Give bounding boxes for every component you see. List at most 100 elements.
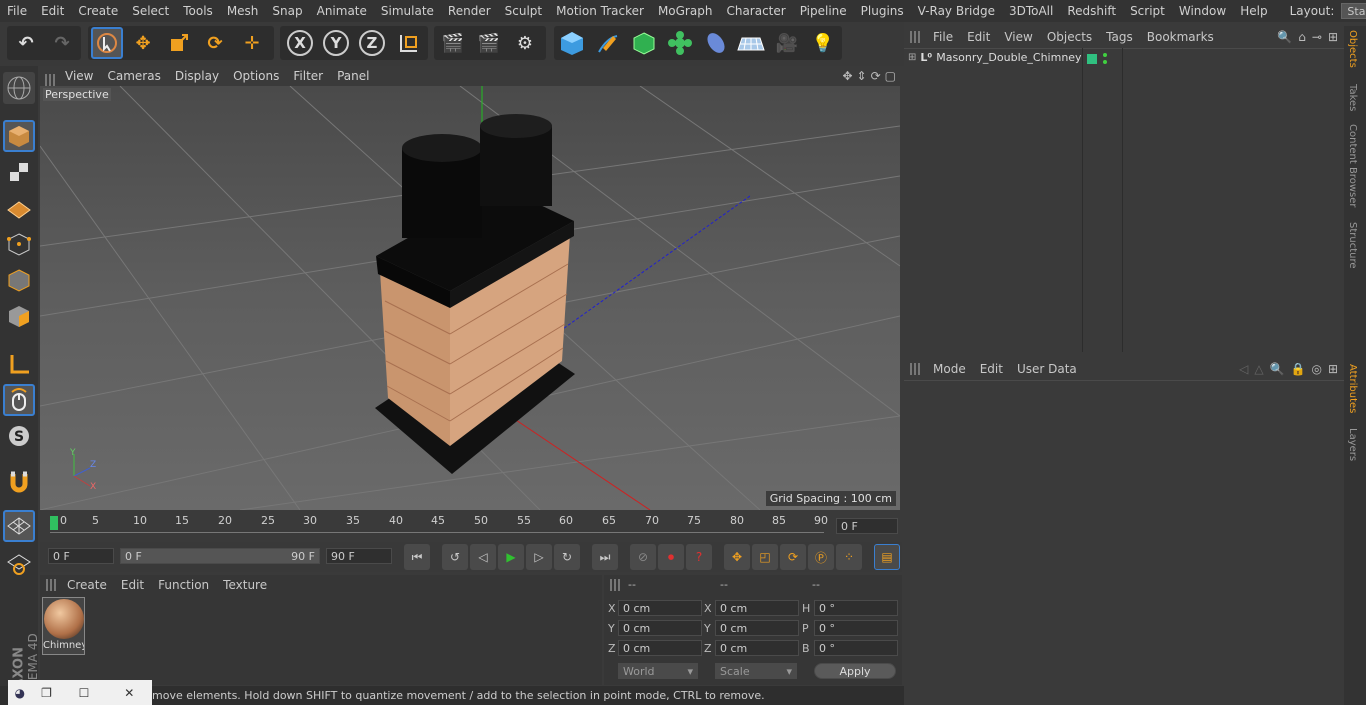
viewport-menu-panel[interactable]: Panel xyxy=(330,69,376,83)
key-scale-button[interactable]: ◰ xyxy=(752,544,778,570)
rotate-tool-button[interactable]: ⟳ xyxy=(199,27,231,59)
rotate-view-icon[interactable]: ⟳ xyxy=(871,69,881,83)
menu-script[interactable]: Script xyxy=(1123,4,1172,18)
menu-animate[interactable]: Animate xyxy=(310,4,374,18)
drag-handle-icon[interactable] xyxy=(46,579,56,591)
menu-plugins[interactable]: Plugins xyxy=(854,4,911,18)
tab-objects[interactable]: Objects xyxy=(1347,30,1358,68)
workplane-rotate-button[interactable] xyxy=(3,548,35,580)
y-axis-lock-button[interactable]: Y xyxy=(320,27,352,59)
menu-tools[interactable]: Tools xyxy=(176,4,220,18)
menu-edit[interactable]: Edit xyxy=(34,4,71,18)
menu-window[interactable]: Window xyxy=(1172,4,1233,18)
menu-redshift[interactable]: Redshift xyxy=(1060,4,1123,18)
lock-icon[interactable]: 🔒 xyxy=(1291,362,1306,376)
viewport-menu-display[interactable]: Display xyxy=(168,69,226,83)
undo-icon[interactable]: ↶ xyxy=(10,27,42,59)
viewport-menu-cameras[interactable]: Cameras xyxy=(100,69,167,83)
editor-visibility-dot[interactable] xyxy=(1103,53,1107,57)
timeline-ruler[interactable]: 0 5 10 15 20 25 30 35 40 45 50 55 60 65 … xyxy=(40,512,902,542)
render-picture-viewer-button[interactable]: 🎬 xyxy=(473,27,505,59)
menu-sculpt[interactable]: Sculpt xyxy=(498,4,549,18)
object-menu-edit[interactable]: Edit xyxy=(960,30,997,44)
material-menu-edit[interactable]: Edit xyxy=(114,578,151,592)
size-y-field[interactable]: 0 cm xyxy=(715,620,799,636)
menu-render[interactable]: Render xyxy=(441,4,498,18)
viewport-menu-options[interactable]: Options xyxy=(226,69,286,83)
back-icon[interactable]: ⊸ xyxy=(1312,30,1322,44)
target-icon[interactable]: ◎ xyxy=(1311,362,1321,376)
menu-create[interactable]: Create xyxy=(71,4,125,18)
material-menu-texture[interactable]: Texture xyxy=(216,578,274,592)
position-z-field[interactable]: 0 cm xyxy=(618,640,702,656)
end-frame-field[interactable]: 90 F xyxy=(326,548,392,564)
menu-simulate[interactable]: Simulate xyxy=(374,4,441,18)
start-frame-field[interactable]: 0 F xyxy=(48,548,114,564)
attribute-menu-user-data[interactable]: User Data xyxy=(1010,362,1084,376)
tab-takes[interactable]: Takes xyxy=(1347,84,1358,111)
camera-button[interactable]: 🎥 xyxy=(771,27,803,59)
go-to-end-button[interactable]: ⏭ xyxy=(592,544,618,570)
size-x-field[interactable]: 0 cm xyxy=(715,600,799,616)
go-to-start-button[interactable]: ⏮ xyxy=(404,544,430,570)
redo-icon[interactable]: ↷ xyxy=(46,27,78,59)
render-visibility-dot[interactable] xyxy=(1103,60,1107,64)
move-tool-button[interactable]: ✥ xyxy=(127,27,159,59)
workplane-lock-button[interactable] xyxy=(3,510,35,542)
viewport-menu-view[interactable]: View xyxy=(58,69,100,83)
polygons-mode-button[interactable] xyxy=(3,300,35,332)
new-window-icon[interactable]: ⊞ xyxy=(1328,30,1338,44)
material-menu-create[interactable]: Create xyxy=(60,578,114,592)
drag-handle-icon[interactable] xyxy=(910,31,920,43)
keyframe-selection-button[interactable]: ? xyxy=(686,544,712,570)
tab-structure[interactable]: Structure xyxy=(1347,222,1358,269)
subdivision-surface-button[interactable] xyxy=(628,27,660,59)
solo-button[interactable]: S xyxy=(3,420,35,452)
current-frame-field[interactable]: 0 F xyxy=(836,518,898,534)
tweak-mode-button[interactable] xyxy=(3,384,35,416)
play-button[interactable]: ▶ xyxy=(498,544,524,570)
home-icon[interactable]: ⌂ xyxy=(1298,30,1306,44)
object-menu-tags[interactable]: Tags xyxy=(1099,30,1140,44)
previous-frame-button[interactable]: ◁ xyxy=(470,544,496,570)
tab-attributes[interactable]: Attributes xyxy=(1347,364,1358,413)
pan-view-icon[interactable]: ✥ xyxy=(842,69,852,83)
edges-mode-button[interactable] xyxy=(3,264,35,296)
restore-icon[interactable]: ❐ xyxy=(32,686,62,700)
search-icon[interactable]: 🔍 xyxy=(1277,30,1292,44)
model-mode-button[interactable] xyxy=(3,120,35,152)
key-parameter-button[interactable]: Ⓟ xyxy=(808,544,834,570)
menu-mograph[interactable]: MoGraph xyxy=(651,4,720,18)
arrow-up-icon[interactable]: △ xyxy=(1254,362,1263,376)
menu-motion-tracker[interactable]: Motion Tracker xyxy=(549,4,651,18)
tab-content-browser[interactable]: Content Browser xyxy=(1347,124,1358,207)
material-swatch[interactable]: Chimney xyxy=(42,597,85,655)
menu-select[interactable]: Select xyxy=(125,4,176,18)
rotation-b-field[interactable]: 0 ° xyxy=(814,640,898,656)
object-menu-file[interactable]: File xyxy=(926,30,960,44)
key-pla-button[interactable]: ⁘ xyxy=(836,544,862,570)
workplane-mode-button[interactable] xyxy=(3,192,35,224)
maximize-view-icon[interactable]: ▢ xyxy=(885,69,896,83)
menu-character[interactable]: Character xyxy=(719,4,792,18)
size-mode-select[interactable]: Scale ▾ xyxy=(715,663,797,679)
apply-button[interactable]: Apply xyxy=(814,663,896,679)
render-view-button[interactable]: 🎬 xyxy=(437,27,469,59)
x-axis-lock-button[interactable]: X xyxy=(284,27,316,59)
next-frame-button[interactable]: ▷ xyxy=(526,544,552,570)
autokey-button[interactable]: ⏺ xyxy=(658,544,684,570)
dolly-view-icon[interactable]: ⇕ xyxy=(857,69,867,83)
next-keyframe-button[interactable]: ↻ xyxy=(554,544,580,570)
material-menu-function[interactable]: Function xyxy=(151,578,216,592)
cube-object-button[interactable] xyxy=(556,27,588,59)
menu-pipeline[interactable]: Pipeline xyxy=(793,4,854,18)
tab-layers[interactable]: Layers xyxy=(1347,428,1358,461)
drag-handle-icon[interactable] xyxy=(610,579,620,591)
close-icon[interactable]: ✕ xyxy=(107,686,152,700)
cloner-button[interactable] xyxy=(664,27,696,59)
position-y-field[interactable]: 0 cm xyxy=(618,620,702,636)
rotation-h-field[interactable]: 0 ° xyxy=(814,600,898,616)
attribute-menu-mode[interactable]: Mode xyxy=(926,362,973,376)
record-active-button[interactable]: ⊘ xyxy=(630,544,656,570)
attribute-menu-edit[interactable]: Edit xyxy=(973,362,1010,376)
